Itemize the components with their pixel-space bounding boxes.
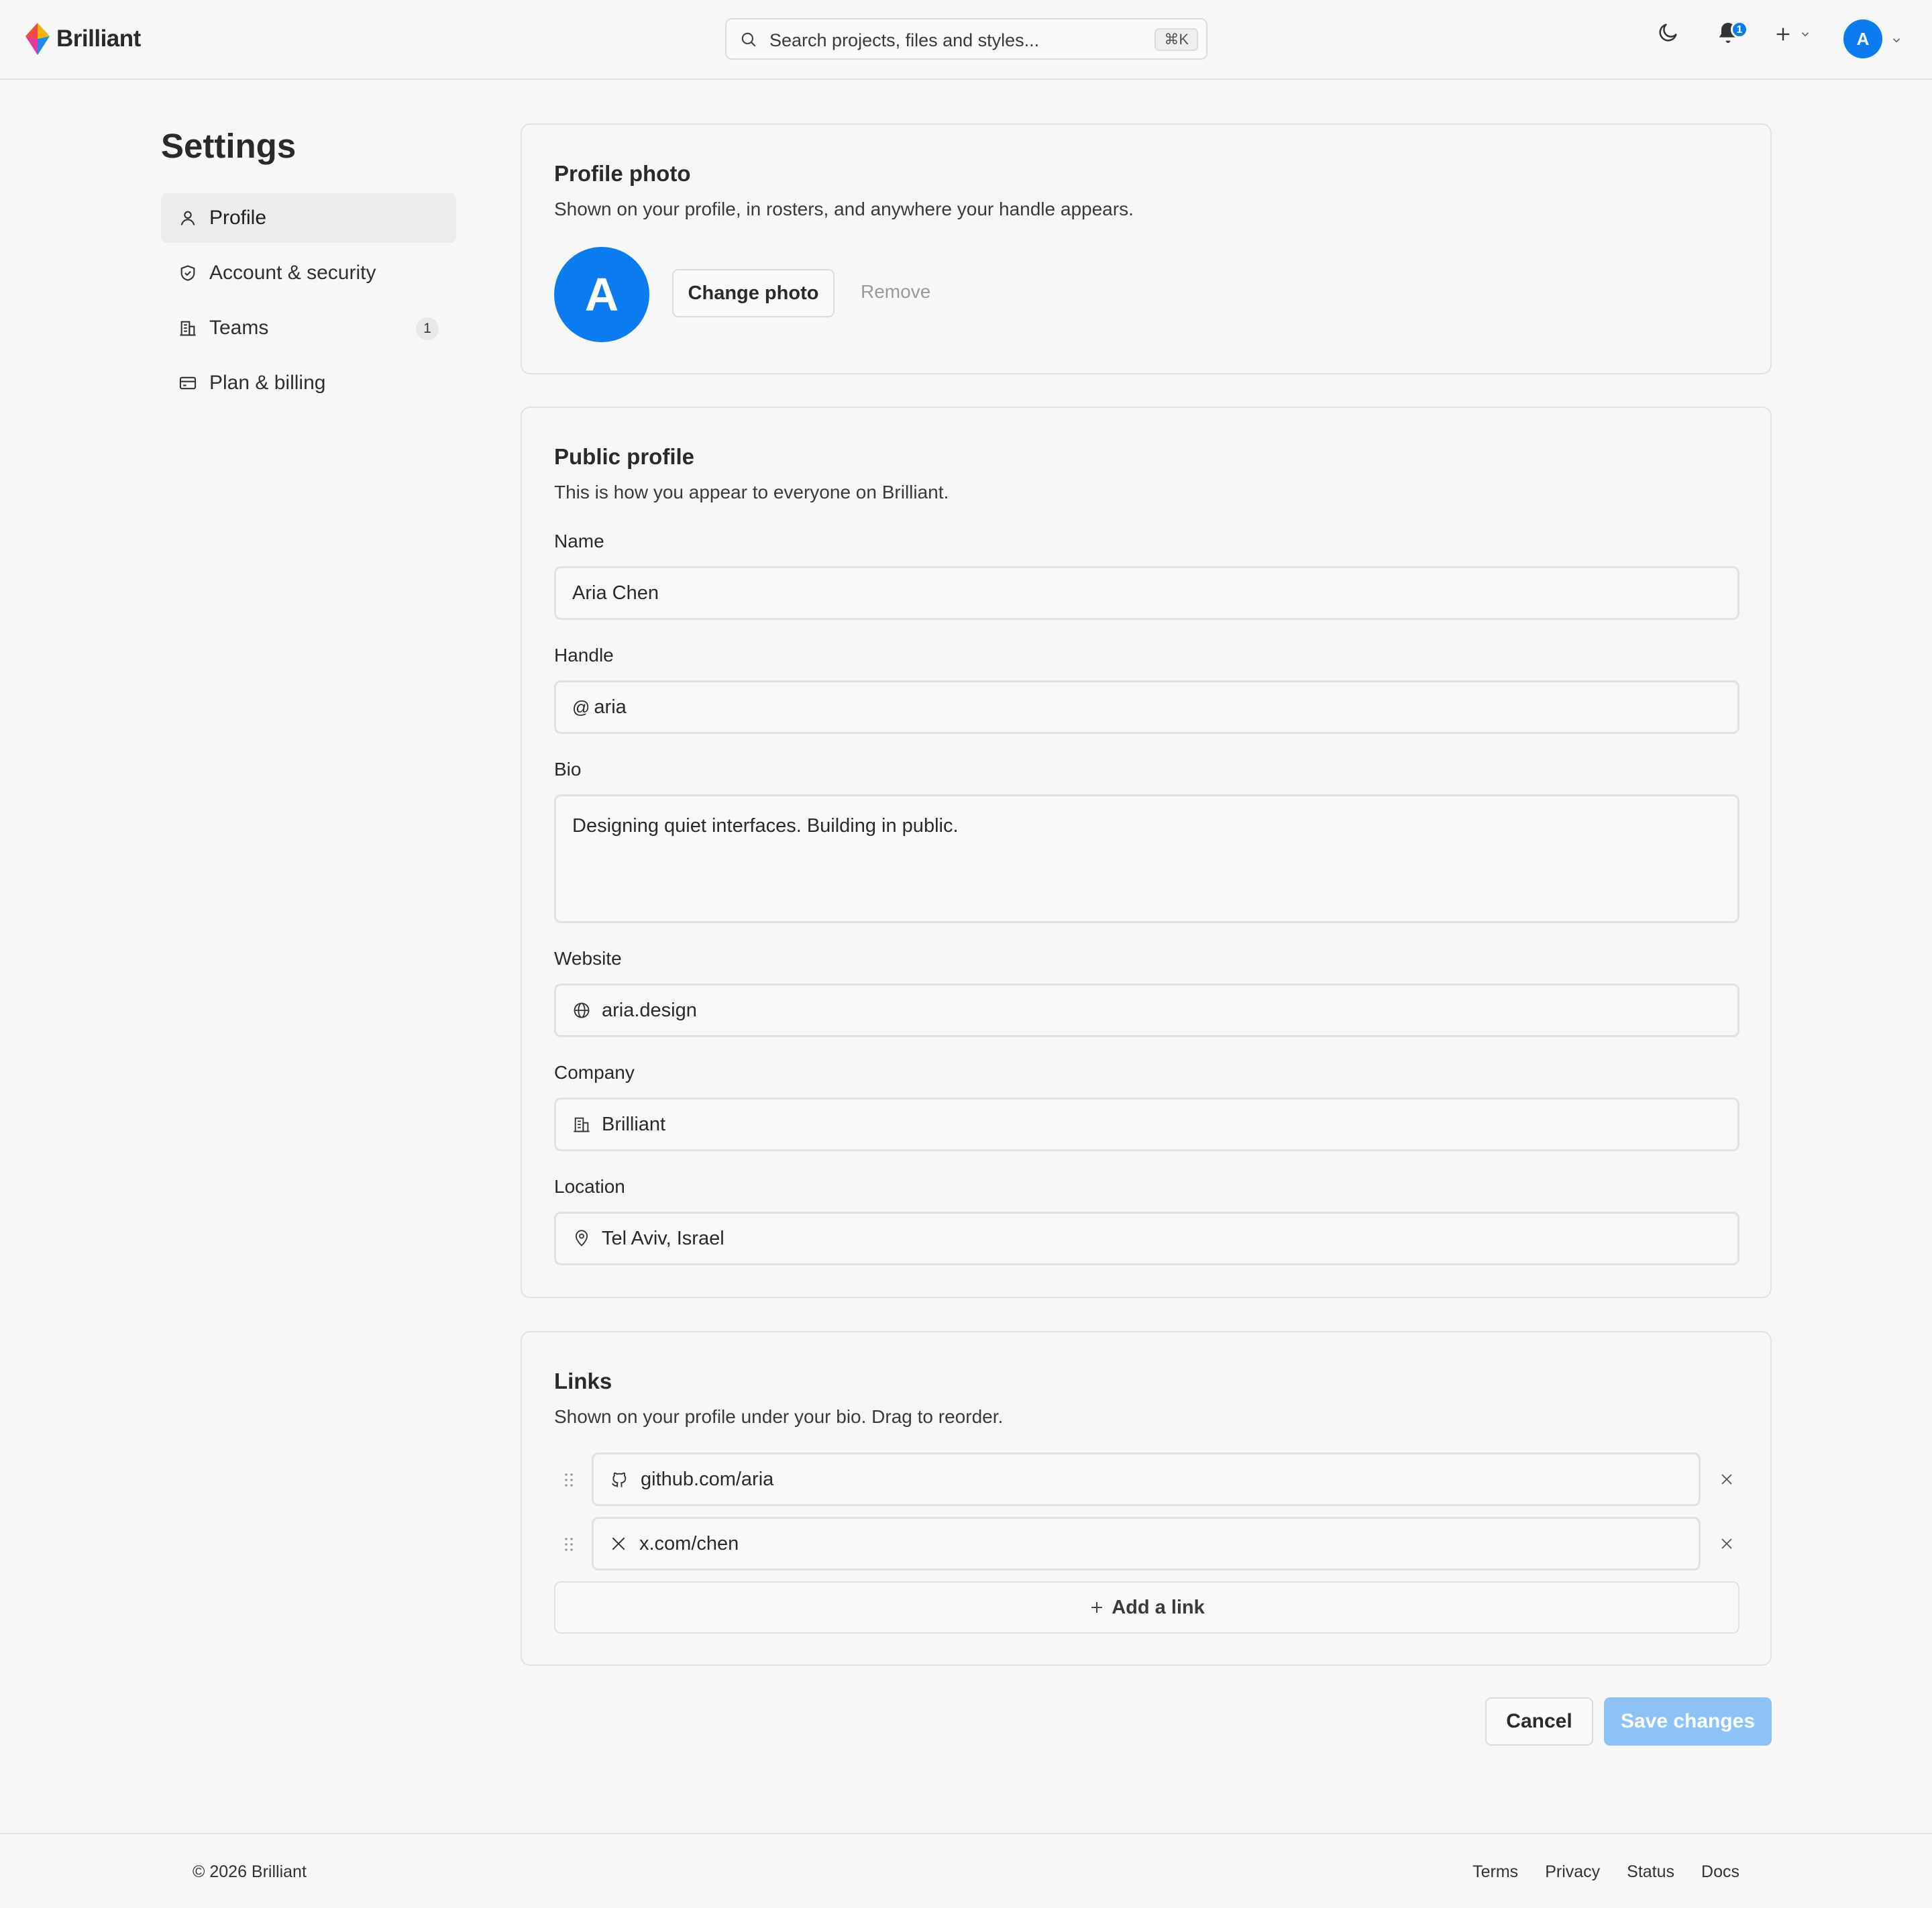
link-value: x.com/chen (639, 1532, 739, 1554)
remove-link-icon[interactable] (1719, 1536, 1735, 1552)
shield-icon (180, 265, 195, 281)
remove-link-icon[interactable] (1719, 1471, 1735, 1487)
search-placeholder[interactable]: Search projects, files and styles... (769, 30, 1039, 51)
chevron-down-icon[interactable] (1890, 34, 1902, 46)
brand-name: Brilliant (56, 25, 141, 52)
location-value: Tel Aviv, Israel (602, 1227, 724, 1249)
search-bar[interactable]: Search projects, files and styles... ⌘K (725, 18, 1208, 60)
x-logo-icon (612, 1537, 625, 1550)
sidebar-item-label: Account & security (209, 262, 376, 284)
drag-handle-icon[interactable] (564, 1536, 574, 1552)
teams-count-badge: 1 (416, 317, 439, 340)
page-title: Settings (161, 127, 297, 165)
github-icon (612, 1472, 627, 1487)
brilliant-logo-icon (25, 23, 50, 55)
card-subtitle: Shown on your profile, in rosters, and a… (554, 199, 1134, 219)
card-subtitle: This is how you appear to everyone on Br… (554, 482, 949, 502)
link-input-github[interactable]: github.com/aria (592, 1452, 1701, 1506)
sidebar-item-account-security[interactable]: Account & security (161, 248, 456, 298)
copyright-text: © 2026 Brilliant (193, 1862, 307, 1881)
footer-links: Terms Privacy Status Docs (1472, 1862, 1739, 1882)
building-icon (180, 321, 196, 336)
search-icon (741, 32, 756, 47)
create-menu-button[interactable] (1774, 25, 1811, 44)
user-icon (180, 211, 195, 225)
card-subtitle: Shown on your profile under your bio. Dr… (554, 1406, 1004, 1427)
handle-value: aria (594, 696, 627, 718)
website-label: Website (554, 948, 622, 969)
add-link-label: Add a link (1112, 1596, 1205, 1618)
sidebar-item-label: Profile (209, 207, 267, 229)
map-pin-icon (575, 1230, 588, 1247)
search-shortcut-badge: ⌘K (1155, 28, 1198, 51)
bio-value: Designing quiet interfaces. Building in … (572, 815, 959, 837)
website-input[interactable]: aria.design (554, 984, 1739, 1037)
links-card: Links Shown on your profile under your b… (521, 1331, 1772, 1666)
settings-nav: Profile Account & security Teams 1 Plan … (161, 193, 456, 413)
cancel-button[interactable]: Cancel (1485, 1697, 1593, 1746)
plus-icon (1776, 28, 1790, 41)
company-input[interactable]: Brilliant (554, 1098, 1739, 1151)
notification-count-badge: 1 (1731, 21, 1748, 38)
profile-photo-card: Profile photo Shown on your profile, in … (521, 123, 1772, 374)
footer-link-status[interactable]: Status (1627, 1862, 1674, 1882)
card-title: Links (554, 1369, 612, 1393)
sidebar-item-label: Teams (209, 317, 269, 339)
footer: © 2026 Brilliant Terms Privacy Status Do… (0, 1833, 1932, 1908)
brand-logo[interactable]: Brilliant (25, 23, 141, 55)
location-label: Location (554, 1176, 625, 1197)
handle-label: Handle (554, 645, 614, 666)
user-avatar[interactable]: A (1843, 19, 1882, 58)
sidebar-item-teams[interactable]: Teams 1 (161, 303, 456, 353)
website-value: aria.design (602, 999, 697, 1021)
footer-link-docs[interactable]: Docs (1701, 1862, 1739, 1882)
globe-icon (574, 1002, 590, 1018)
footer-link-privacy[interactable]: Privacy (1545, 1862, 1600, 1882)
handle-prefix: @ (572, 696, 590, 717)
card-icon (179, 376, 197, 390)
save-changes-button[interactable]: Save changes (1604, 1697, 1772, 1746)
link-input-x[interactable]: x.com/chen (592, 1517, 1701, 1571)
theme-toggle-button[interactable] (1657, 21, 1680, 44)
drag-handle-icon[interactable] (564, 1472, 574, 1488)
footer-link-terms[interactable]: Terms (1472, 1862, 1518, 1882)
notifications-button[interactable]: 1 (1715, 19, 1748, 46)
moon-icon (1659, 23, 1677, 42)
card-title: Public profile (554, 444, 695, 469)
bio-label: Bio (554, 759, 582, 780)
profile-avatar: A (554, 247, 649, 342)
handle-input[interactable]: @ aria (554, 680, 1739, 734)
plus-icon (1091, 1602, 1103, 1613)
link-value: github.com/aria (641, 1468, 774, 1490)
public-profile-card: Public profile This is how you appear to… (521, 407, 1772, 1298)
location-input[interactable]: Tel Aviv, Israel (554, 1212, 1739, 1265)
sidebar-item-plan-billing[interactable]: Plan & billing (161, 358, 456, 408)
sidebar-item-profile[interactable]: Profile (161, 193, 456, 243)
company-value: Brilliant (602, 1113, 666, 1135)
card-title: Profile photo (554, 161, 691, 186)
remove-photo-button[interactable]: Remove (861, 281, 930, 303)
name-input[interactable]: Aria Chen (554, 566, 1739, 620)
top-bar: Brilliant Search projects, files and sty… (0, 0, 1932, 80)
sidebar-item-label: Plan & billing (209, 372, 326, 394)
chevron-down-icon (1801, 32, 1809, 37)
add-link-button[interactable]: Add a link (554, 1581, 1739, 1634)
building-icon (574, 1117, 590, 1132)
bio-textarea[interactable]: Designing quiet interfaces. Building in … (554, 794, 1739, 923)
name-label: Name (554, 531, 604, 551)
company-label: Company (554, 1062, 635, 1083)
change-photo-button[interactable]: Change photo (672, 269, 835, 317)
name-value: Aria Chen (572, 582, 659, 604)
